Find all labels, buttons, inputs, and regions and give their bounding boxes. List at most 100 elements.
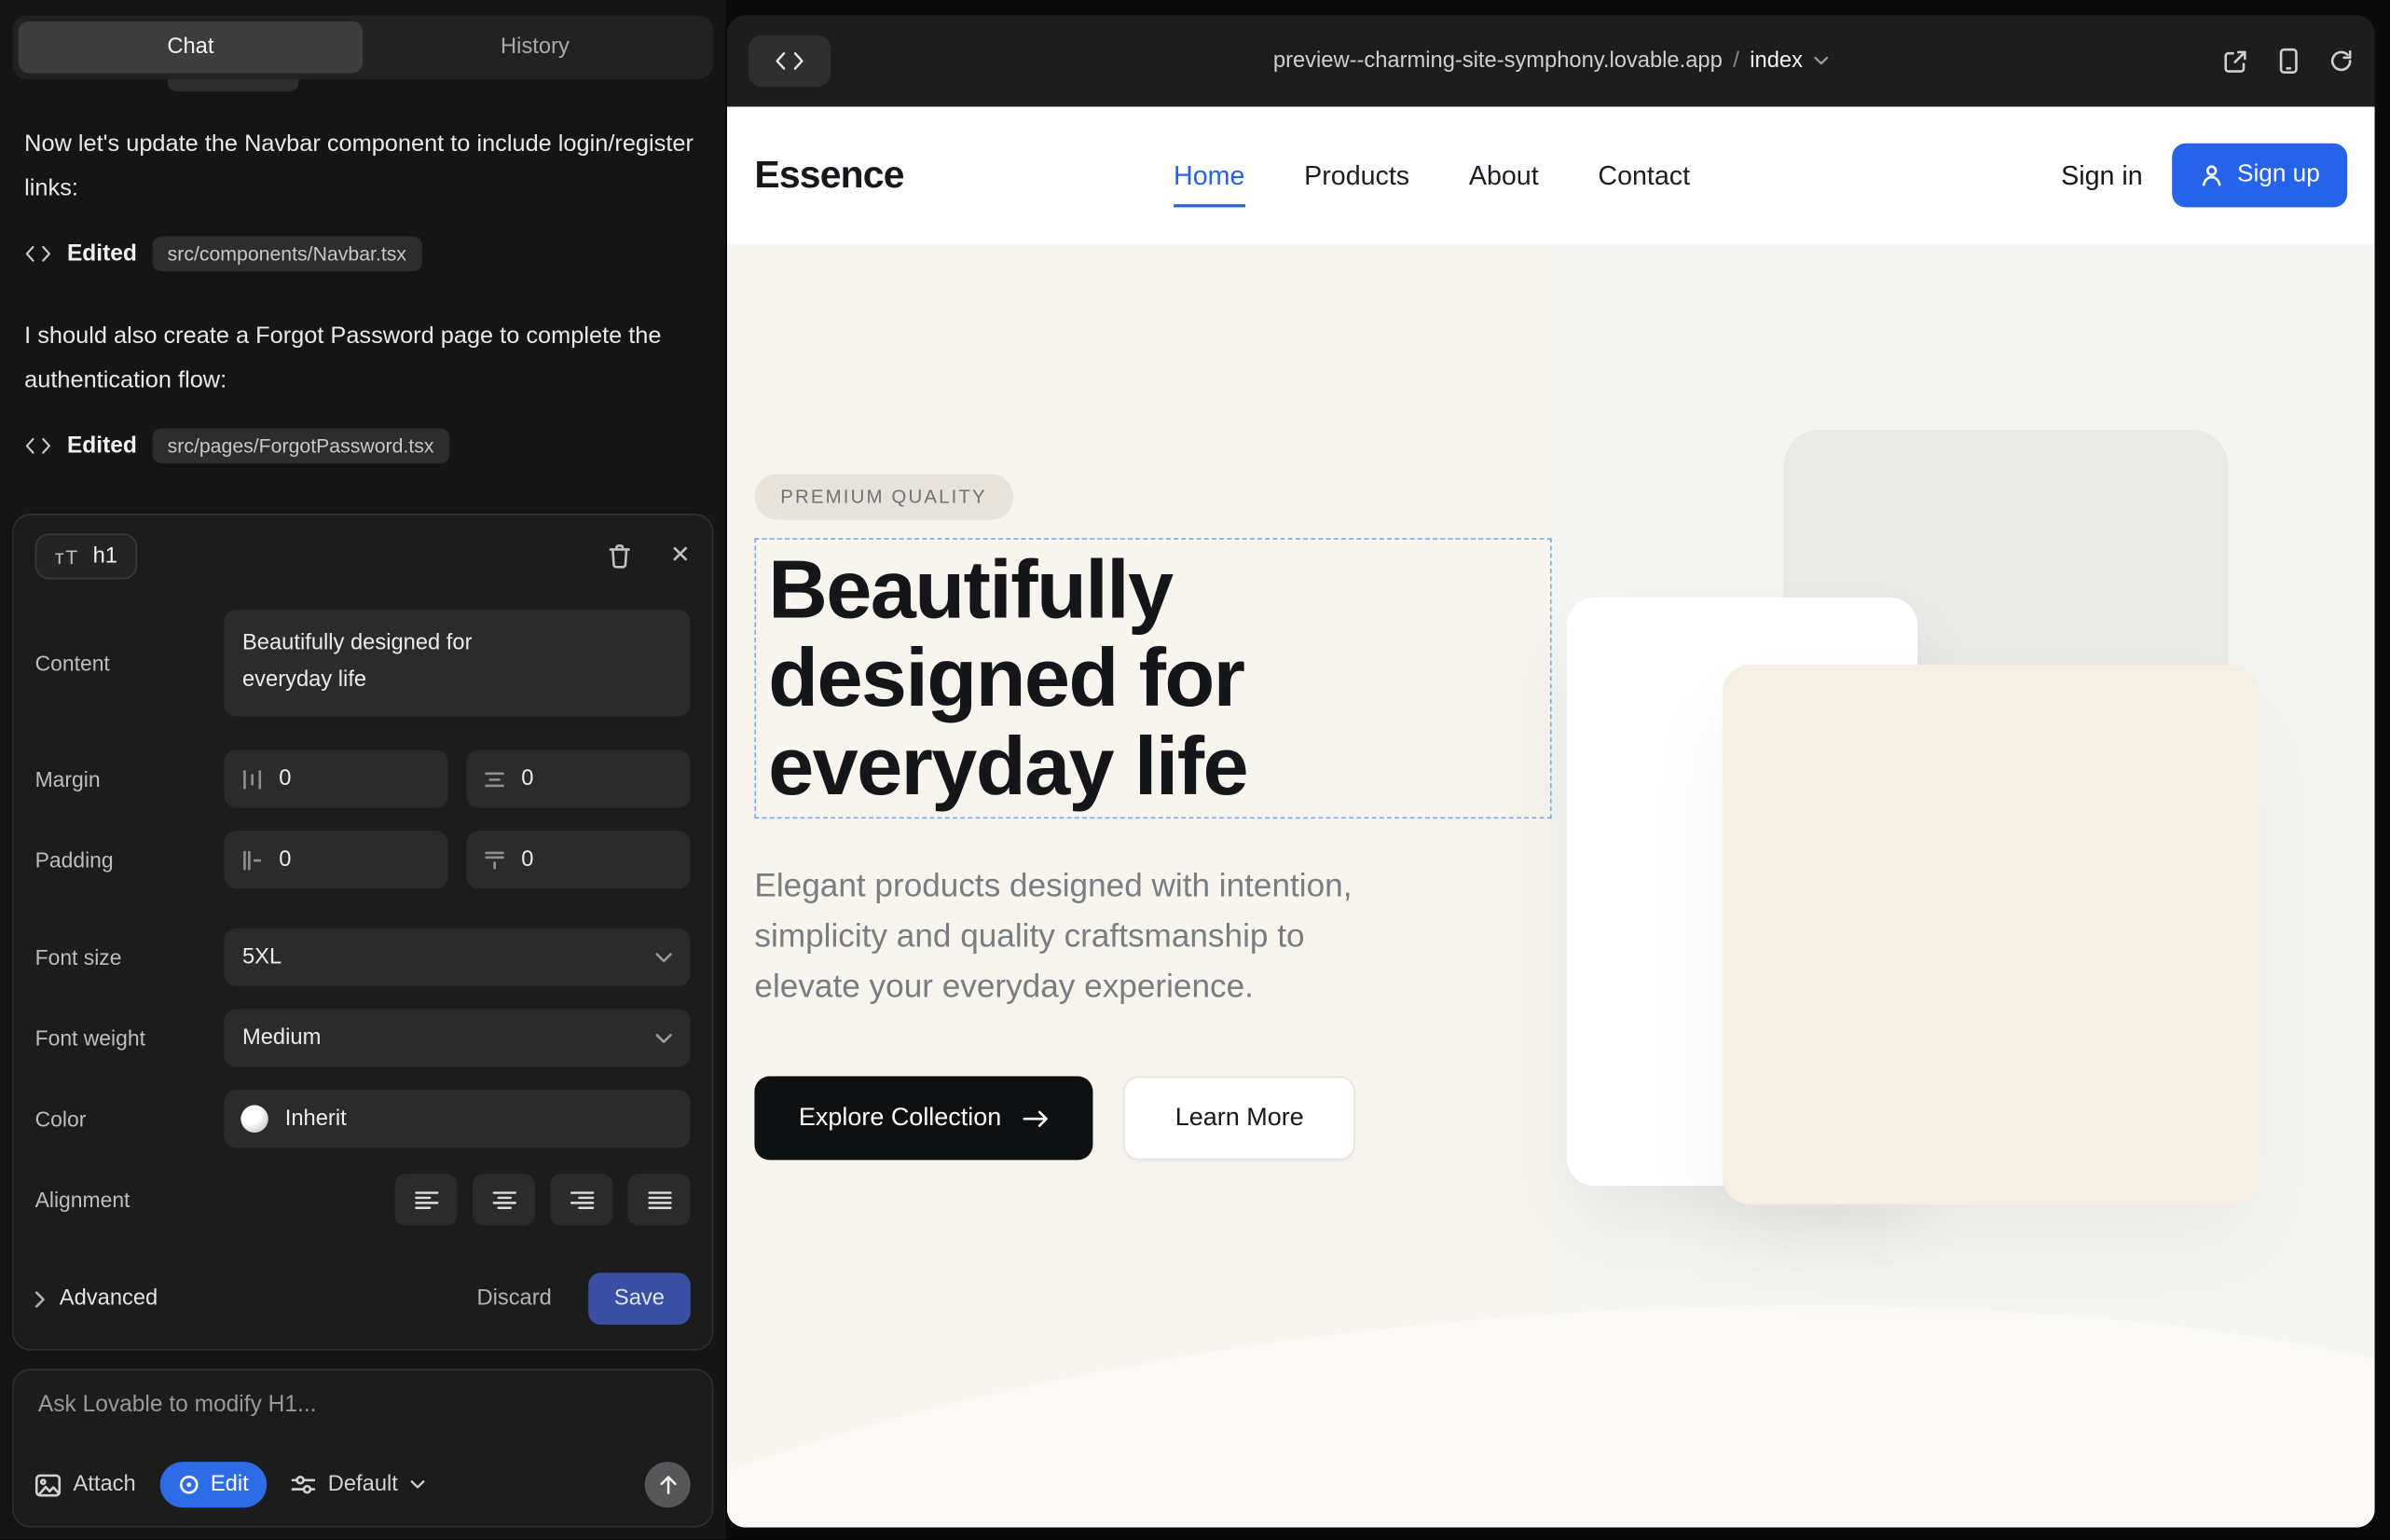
refresh-icon [2329, 48, 2354, 73]
site-navbar: Essence Home Products About Contact Sign… [727, 106, 2375, 243]
code-icon [775, 50, 805, 72]
file-chip[interactable]: src/pages/ForgotPassword.tsx [152, 428, 449, 463]
default-mode-button[interactable]: Default [292, 1473, 426, 1497]
edited-label: Edited [67, 241, 137, 267]
padding-y-value: 0 [521, 847, 533, 872]
padding-x-icon [242, 850, 262, 870]
code-icon [24, 244, 51, 264]
edit-target-icon [178, 1474, 199, 1495]
editor-header: тT h1 ✕ [35, 533, 691, 579]
font-weight-select[interactable]: Medium [224, 1010, 690, 1067]
nav-link-products[interactable]: Products [1304, 159, 1409, 191]
nav-link-about[interactable]: About [1469, 159, 1539, 191]
font-weight-label: Font weight [35, 1025, 225, 1050]
tab-history[interactable]: History [363, 21, 707, 74]
editor-footer: Advanced Discard Save [35, 1272, 691, 1325]
refresh-button[interactable] [2329, 48, 2354, 73]
user-icon [2199, 163, 2223, 187]
save-button[interactable]: Save [588, 1272, 691, 1325]
font-size-value: 5XL [242, 945, 282, 969]
font-size-select[interactable]: 5XL [224, 928, 690, 986]
preview-browser-bar: preview--charming-site-symphony.lovable.… [727, 15, 2375, 106]
hero-cta-row: Explore Collection Learn More [754, 1076, 1608, 1160]
content-label: Content [35, 651, 225, 675]
url-domain: preview--charming-site-symphony.lovable.… [1273, 48, 1723, 73]
align-justify-button[interactable] [628, 1174, 691, 1226]
lovable-chat-panel: Chat History Now let's update the Navbar… [0, 0, 725, 1540]
delete-element-button[interactable] [608, 544, 631, 569]
font-weight-value: Medium [242, 1025, 321, 1050]
advanced-label: Advanced [60, 1286, 158, 1311]
margin-y-input[interactable]: 0 [466, 750, 690, 808]
selected-h1-outline[interactable]: Beautifully designed for everyday life [754, 538, 1551, 818]
mobile-view-button[interactable] [2279, 48, 2299, 75]
nav-link-home[interactable]: Home [1174, 159, 1244, 191]
site-hero: PREMIUM QUALITY Beautifully designed for… [727, 244, 2375, 1528]
hero-content: PREMIUM QUALITY Beautifully designed for… [754, 244, 1608, 1161]
sign-up-button[interactable]: Sign up [2172, 144, 2347, 208]
file-chip[interactable]: src/components/Navbar.tsx [152, 236, 421, 271]
alignment-row: Alignment [35, 1174, 691, 1226]
attach-button[interactable]: Attach [35, 1473, 136, 1497]
color-select[interactable]: Inherit [224, 1090, 690, 1148]
send-button[interactable] [645, 1462, 691, 1507]
margin-row: Margin 0 0 [35, 750, 691, 808]
sign-in-button[interactable]: Sign in [2061, 159, 2143, 191]
open-in-new-tab-button[interactable] [2222, 48, 2248, 75]
discard-button[interactable]: Discard [476, 1286, 551, 1311]
padding-x-value: 0 [279, 847, 291, 872]
explore-collection-label: Explore Collection [799, 1104, 1001, 1133]
chevron-down-icon [410, 1480, 425, 1490]
code-view-toggle[interactable] [749, 35, 831, 88]
file-edit-row: Edited src/pages/ForgotPassword.tsx [24, 428, 701, 463]
content-row: Content Beautifully designed for everyda… [35, 610, 691, 716]
advanced-toggle[interactable]: Advanced [35, 1286, 158, 1311]
chevron-down-icon [1813, 57, 1828, 66]
site-logo[interactable]: Essence [754, 153, 903, 197]
file-edit-row: Edited src/components/Navbar.tsx [24, 236, 701, 271]
chevron-down-icon [655, 952, 672, 962]
site-nav-links: Home Products About Contact [1174, 159, 1690, 191]
attach-image-icon [35, 1473, 62, 1496]
hero-paragraph: Elegant products designed with intention… [754, 861, 1608, 1012]
explore-collection-button[interactable]: Explore Collection [754, 1076, 1092, 1160]
code-icon [24, 436, 51, 456]
align-left-button[interactable] [395, 1174, 458, 1226]
margin-y-icon [485, 769, 504, 789]
chat-message: Now let's update the Navbar component to… [24, 122, 701, 211]
premium-quality-badge: PREMIUM QUALITY [754, 474, 1012, 520]
padding-y-input[interactable]: 0 [466, 831, 690, 888]
color-value: Inherit [285, 1107, 347, 1131]
color-row: Color Inherit [35, 1090, 691, 1148]
align-right-button[interactable] [550, 1174, 612, 1226]
clipped-file-chip [168, 79, 299, 91]
font-size-row: Font size 5XL [35, 928, 691, 986]
default-label: Default [328, 1473, 398, 1497]
margin-x-input[interactable]: 0 [224, 750, 447, 808]
preview-url[interactable]: preview--charming-site-symphony.lovable.… [1273, 48, 1829, 73]
nav-link-contact[interactable]: Contact [1598, 159, 1690, 191]
align-justify-icon [647, 1189, 671, 1209]
margin-x-icon [242, 769, 262, 789]
selected-element-pill[interactable]: тT h1 [35, 533, 138, 579]
chat-message-list[interactable]: Now let's update the Navbar component to… [0, 79, 725, 495]
smartphone-icon [2279, 48, 2299, 75]
edited-label: Edited [67, 433, 137, 459]
preview-window: preview--charming-site-symphony.lovable.… [727, 15, 2375, 1527]
margin-x-value: 0 [279, 767, 291, 791]
editor-header-actions: ✕ [608, 544, 691, 569]
padding-label: Padding [35, 847, 225, 872]
tab-chat[interactable]: Chat [19, 21, 364, 74]
browser-actions [2222, 48, 2354, 75]
url-page: index [1750, 48, 1803, 73]
learn-more-button[interactable]: Learn More [1123, 1076, 1355, 1160]
sliders-icon [292, 1474, 316, 1495]
composer-input[interactable] [35, 1389, 691, 1462]
align-center-button[interactable] [473, 1174, 535, 1226]
edit-mode-button[interactable]: Edit [160, 1462, 267, 1507]
content-input[interactable]: Beautifully designed for everyday life [224, 610, 690, 716]
padding-x-input[interactable]: 0 [224, 831, 447, 888]
composer: Attach Edit Default [12, 1368, 713, 1527]
close-editor-button[interactable]: ✕ [670, 544, 691, 569]
edit-label: Edit [211, 1473, 249, 1497]
